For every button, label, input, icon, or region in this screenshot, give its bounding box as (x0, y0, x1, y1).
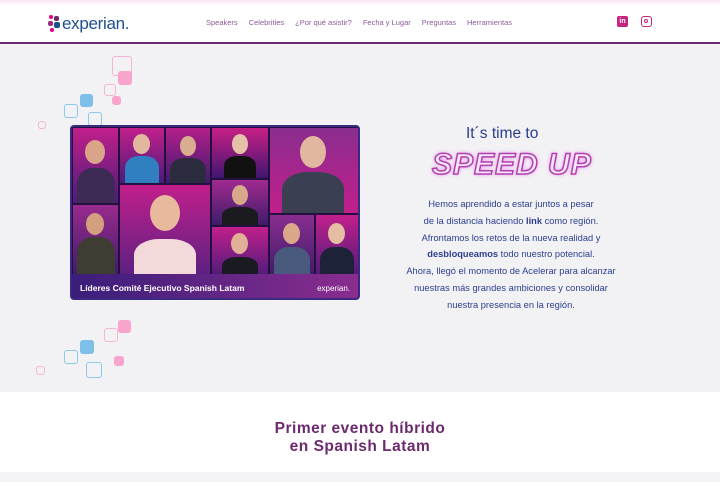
paragraph-line: Hemos aprendido a estar juntos a pesar (428, 199, 594, 209)
decor-square (64, 104, 78, 118)
leader-photo (73, 128, 118, 203)
nav-celebrities[interactable]: Celebrities (249, 18, 284, 27)
tagline: It´s time to (466, 125, 539, 142)
decor-square (64, 350, 78, 364)
decor-square (38, 121, 46, 129)
decor-square (114, 356, 124, 366)
decor-square (86, 362, 102, 378)
paragraph-line: de la distancia haciendo link como regió… (423, 215, 599, 226)
top-nav: experian. Speakers Celebrities ¿Por qué … (0, 0, 720, 44)
section-heading-line1: Primer evento híbrido (274, 420, 446, 437)
decor-square (80, 94, 93, 107)
decor-square (112, 96, 121, 105)
panel-title: Líderes Comité Ejecutivo Spanish Latam (80, 283, 245, 293)
paragraph-line: Ahora, llegó el momento de Acelerar para… (406, 266, 616, 277)
decor-square (118, 320, 131, 333)
leaders-photo-collage: Líderes Comité Ejecutivo Spanish Latam e… (70, 125, 360, 300)
section-heading: Primer evento híbrido en Spanish Latam (0, 420, 720, 456)
leader-photo (212, 227, 268, 277)
paragraph-line: nuestra presencia en la región. (447, 299, 575, 310)
panel-caption-bar: Líderes Comité Ejecutivo Spanish Latam e… (72, 274, 358, 298)
nav-fecha-lugar[interactable]: Fecha y Lugar (363, 18, 411, 27)
leader-photo (270, 128, 358, 213)
decor-square (80, 340, 94, 354)
nav-preguntas[interactable]: Preguntas (422, 18, 456, 27)
leader-photo (73, 205, 118, 277)
leader-photo (270, 215, 314, 277)
decor-square (88, 112, 102, 126)
leader-photo (212, 128, 268, 178)
leader-photo (212, 180, 268, 225)
nav-por-que-asistir[interactable]: ¿Por qué asistir? (295, 18, 352, 27)
logo-dots-icon (48, 14, 60, 34)
leader-photo (120, 185, 210, 277)
panel-experian-logo: experian. (317, 284, 350, 293)
decor-square (104, 328, 118, 342)
leader-photo (316, 215, 358, 277)
decor-square (104, 84, 116, 96)
decor-square (36, 366, 45, 375)
paragraph-line: desbloqueamos todo nuestro potencial. (427, 249, 595, 260)
experian-logo[interactable]: experian. (48, 12, 130, 36)
main-menu: Speakers Celebrities ¿Por qué asistir? F… (206, 18, 523, 27)
paragraph-line: Afrontamos los retos de la nueva realida… (421, 232, 601, 243)
leader-photo (120, 128, 164, 183)
hero-paragraph: Hemos aprendido a estar juntos a pesar d… (392, 196, 630, 314)
nav-speakers[interactable]: Speakers (206, 18, 238, 27)
nav-herramientas[interactable]: Herramientas (467, 18, 512, 27)
decor-square (118, 71, 132, 85)
speed-up-logo: SPEED UP (431, 147, 592, 182)
logo-text: experian. (62, 14, 130, 33)
paragraph-line: nuestras más grandes ambiciones y consol… (414, 282, 608, 293)
leader-photo (166, 128, 210, 183)
section-heading-line2: en Spanish Latam (289, 438, 431, 455)
page-footer-strip (0, 472, 720, 482)
instagram-icon[interactable] (641, 16, 652, 27)
linkedin-icon[interactable]: in (617, 16, 628, 27)
